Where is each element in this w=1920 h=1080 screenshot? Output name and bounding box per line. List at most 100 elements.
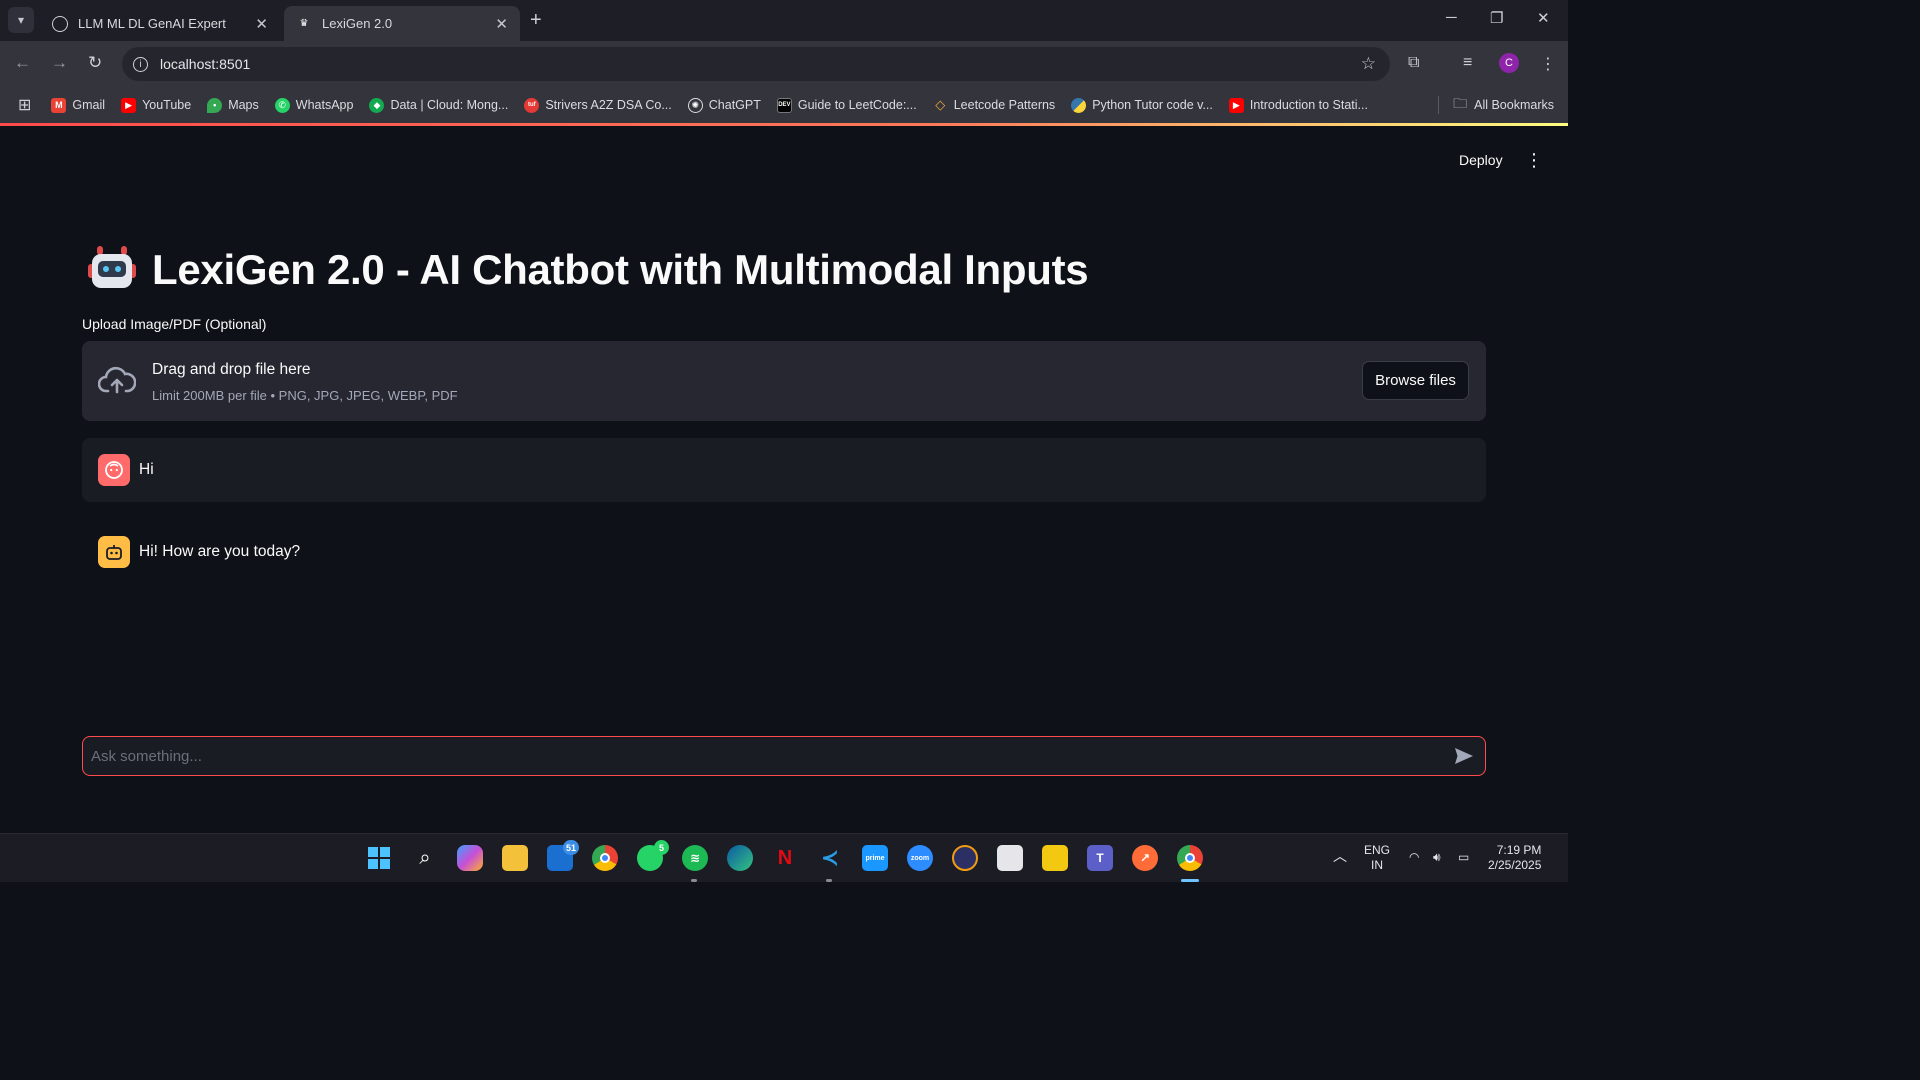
bookmark-strivers[interactable]: tuf Strivers A2Z DSA Co...	[524, 97, 672, 113]
bookmark-leetcode-guide[interactable]: DEV Guide to LeetCode:...	[776, 97, 917, 113]
page-title-row: LexiGen 2.0 - AI Chatbot with Multimodal…	[88, 244, 1089, 296]
edge-icon[interactable]	[727, 845, 753, 871]
folder-icon: 🗀	[1453, 95, 1468, 111]
mongodb-icon: ◆	[369, 97, 385, 113]
site-info-icon[interactable]: i	[133, 56, 148, 72]
chat-input[interactable]	[83, 737, 1453, 775]
maps-icon: •	[207, 97, 223, 113]
copilot-icon[interactable]	[457, 845, 483, 871]
divider	[1438, 96, 1440, 114]
browser-menu-icon[interactable]: ⋮	[1540, 54, 1556, 74]
profile-avatar[interactable]: C	[1499, 53, 1519, 73]
dropzone-title: Drag and drop file here	[152, 361, 311, 378]
forward-icon[interactable]: →	[51, 53, 68, 73]
message-text: Hi	[139, 461, 154, 478]
minimize-icon[interactable]: ─	[1446, 9, 1457, 26]
mail-icon[interactable]: 51	[547, 840, 579, 871]
cloud-upload-icon	[98, 366, 136, 394]
battery-icon[interactable]: ▭	[1458, 850, 1469, 865]
whatsapp-icon: ✆	[274, 97, 290, 113]
mail-badge: 51	[562, 840, 579, 855]
browser-toolbar: ← → ↻ i localhost:8501 ☆ ⧉ ≡ ⋮	[0, 41, 1568, 87]
windows-start-icon[interactable]	[366, 845, 392, 871]
windows-taskbar: ⌕ 51 5 ≋ N ≺ prime zoom T ↗ ︿ ENG IN ◠ 🔊…	[0, 833, 1568, 882]
bookmark-leetcode-patterns[interactable]: ◇ Leetcode Patterns	[933, 97, 1055, 113]
chat-message-assistant: Hi! How are you today?	[82, 520, 1486, 584]
search-icon[interactable]: ⌕	[412, 845, 438, 871]
wifi-icon[interactable]: ◠	[1409, 850, 1419, 865]
teams-icon[interactable]: T	[1087, 845, 1113, 871]
file-dropzone[interactable]: Drag and drop file here Limit 200MB per …	[82, 341, 1486, 421]
chevron-up-icon[interactable]: ︿	[1333, 849, 1347, 864]
clock[interactable]: 7:19 PM 2/25/2025	[1488, 843, 1541, 873]
postman-icon[interactable]: ↗	[1132, 845, 1158, 871]
bookmark-python-tutor[interactable]: Python Tutor code v...	[1071, 97, 1213, 113]
running-app-indicator	[826, 879, 832, 882]
whatsapp-icon[interactable]: 5	[637, 840, 669, 871]
bookmark-maps[interactable]: • Maps	[207, 97, 259, 113]
bookmark-youtube[interactable]: ▶ YouTube	[121, 97, 191, 113]
reload-icon[interactable]: ↻	[88, 53, 102, 73]
whatsapp-badge: 5	[654, 840, 669, 855]
bookmark-intro-stats[interactable]: ▶ Introduction to Stati...	[1228, 97, 1368, 113]
tuf-icon: tuf	[524, 97, 540, 113]
bookmark-gmail[interactable]: M Gmail	[51, 97, 105, 113]
upload-label: Upload Image/PDF (Optional)	[82, 316, 267, 332]
user-avatar-icon	[98, 454, 130, 486]
bookmark-star-icon[interactable]: ☆	[1361, 54, 1376, 74]
page-title: LexiGen 2.0 - AI Chatbot with Multimodal…	[152, 246, 1089, 293]
youtube-icon: ▶	[121, 97, 137, 113]
new-tab-button[interactable]: +	[530, 9, 542, 32]
address-bar[interactable]: i localhost:8501 ☆	[122, 47, 1390, 81]
robot-icon	[88, 244, 136, 296]
streamlit-icon: ♛	[299, 18, 309, 29]
back-icon[interactable]: ←	[14, 53, 31, 73]
spotify-icon[interactable]: ≋	[682, 845, 708, 871]
window-close-icon[interactable]: ✕	[1537, 9, 1550, 27]
deploy-button[interactable]: Deploy	[1459, 152, 1503, 168]
dropzone-hint: Limit 200MB per file • PNG, JPG, JPEG, W…	[152, 388, 458, 403]
volume-icon[interactable]: 🔊︎	[1433, 850, 1441, 865]
all-bookmarks[interactable]: 🗀 All Bookmarks	[1438, 93, 1554, 117]
language-indicator[interactable]: ENG IN	[1364, 843, 1390, 873]
tab-llm-expert[interactable]: LLM ML DL GenAI Expert ✕	[40, 6, 280, 41]
bookmarks-bar: ⊞ M Gmail ▶ YouTube • Maps ✆ WhatsApp ◆ Data …	[0, 87, 1568, 123]
python-icon	[1071, 97, 1087, 113]
browser-tab-bar: ▾ LLM ML DL GenAI Expert ✕ ♛ LexiGen 2.0…	[0, 0, 1568, 41]
leetcode-icon: ◇	[935, 97, 946, 112]
chatgpt-icon	[52, 15, 68, 32]
youtube-icon: ▶	[1228, 97, 1244, 113]
running-app-indicator	[691, 879, 697, 882]
extensions-icon[interactable]: ⧉	[1408, 54, 1419, 72]
bookmark-mongodb[interactable]: ◆ Data | Cloud: Mong...	[369, 97, 508, 113]
dev-icon: DEV	[776, 97, 792, 113]
file-explorer-icon[interactable]	[502, 845, 528, 871]
gmail-icon: M	[51, 97, 67, 113]
send-icon[interactable]	[1453, 745, 1475, 767]
power-bi-icon[interactable]	[1042, 845, 1068, 871]
close-tab-icon[interactable]: ✕	[255, 15, 268, 33]
main-menu-icon[interactable]: ⋮	[1525, 150, 1543, 171]
active-app-indicator	[1181, 879, 1199, 882]
media-control-icon[interactable]: ≡	[1463, 54, 1472, 72]
browse-files-button[interactable]: Browse files	[1362, 361, 1469, 400]
apps-grid-icon[interactable]: ⊞	[18, 95, 31, 115]
bookmark-chatgpt[interactable]: ✺ ChatGPT	[687, 97, 761, 113]
assistant-avatar-icon	[98, 536, 130, 568]
tab-lexigen[interactable]: ♛ LexiGen 2.0 ✕	[284, 6, 520, 41]
chrome-icon[interactable]	[592, 845, 618, 871]
zoom-icon[interactable]: zoom	[907, 845, 933, 871]
netflix-icon[interactable]: N	[772, 845, 798, 871]
chrome-profile-icon[interactable]	[1177, 845, 1203, 871]
tab-search-button[interactable]: ▾	[8, 7, 34, 33]
eclipse-icon[interactable]	[952, 845, 978, 871]
restore-icon[interactable]: ❐	[1490, 9, 1503, 27]
prime-video-icon[interactable]: prime	[862, 845, 888, 871]
tab-title: LLM ML DL GenAI Expert	[78, 16, 226, 31]
close-tab-icon[interactable]: ✕	[495, 15, 508, 33]
bookmark-whatsapp[interactable]: ✆ WhatsApp	[274, 97, 353, 113]
vscode-icon[interactable]: ≺	[817, 845, 843, 871]
tab-title: LexiGen 2.0	[322, 16, 393, 31]
chat-message-user: Hi	[82, 438, 1486, 502]
snipping-tool-icon[interactable]	[997, 845, 1023, 871]
